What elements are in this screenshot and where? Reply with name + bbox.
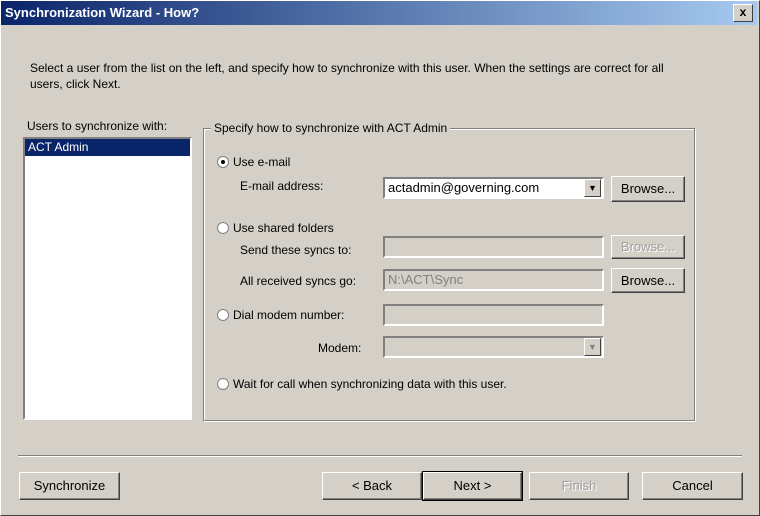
use-shared-folders-radio[interactable] [217, 222, 229, 234]
modem-chevron-down-icon[interactable]: ▼ [584, 338, 601, 356]
users-list-label: Users to synchronize with: [27, 119, 168, 133]
synchronize-button[interactable]: Synchronize [19, 472, 120, 500]
received-browse-button[interactable]: Browse... [611, 268, 685, 293]
close-icon: x [739, 5, 747, 19]
send-browse-button[interactable]: Browse... [611, 235, 685, 259]
wait-for-call-radio[interactable] [217, 378, 229, 390]
modem-number-field[interactable] [383, 304, 604, 326]
group-label: Specify how to synchronize with ACT Admi… [211, 121, 451, 135]
instructions-text: Select a user from the list on the left,… [30, 61, 664, 91]
users-listbox[interactable]: ACT Admin [23, 137, 192, 420]
dial-modem-radio[interactable] [217, 309, 229, 321]
back-button[interactable]: < Back [322, 472, 422, 500]
send-syncs-field[interactable] [383, 236, 604, 258]
chevron-down-icon[interactable]: ▼ [584, 179, 601, 197]
use-shared-folders-label[interactable]: Use shared folders [233, 221, 334, 235]
email-address-value: actadmin@governing.com [388, 180, 540, 195]
wait-for-call-label[interactable]: Wait for call when synchronizing data wi… [233, 377, 507, 391]
received-syncs-label: All received syncs go: [240, 274, 357, 288]
send-syncs-label: Send these syncs to: [240, 243, 352, 257]
modem-label: Modem: [318, 341, 362, 355]
email-browse-button[interactable]: Browse... [611, 176, 685, 202]
modem-combo[interactable] [383, 336, 604, 358]
cancel-button[interactable]: Cancel [642, 472, 743, 500]
window-title: Synchronization Wizard - How? [5, 5, 200, 20]
finish-button[interactable]: Finish [529, 472, 629, 500]
email-address-label: E-mail address: [240, 179, 324, 193]
use-email-radio[interactable] [217, 156, 229, 168]
next-button[interactable]: Next > [422, 471, 523, 501]
close-button[interactable]: x [733, 4, 753, 22]
use-email-label[interactable]: Use e-mail [233, 155, 290, 169]
dial-modem-label[interactable]: Dial modem number: [233, 308, 344, 322]
list-item-act-admin[interactable]: ACT Admin [25, 139, 190, 156]
footer-divider [18, 455, 742, 457]
email-address-combo[interactable]: actadmin@governing.com [383, 177, 604, 199]
received-syncs-field[interactable]: N:\ACT\Sync [383, 269, 604, 291]
title-bar[interactable]: Synchronization Wizard - How? x [1, 1, 757, 25]
